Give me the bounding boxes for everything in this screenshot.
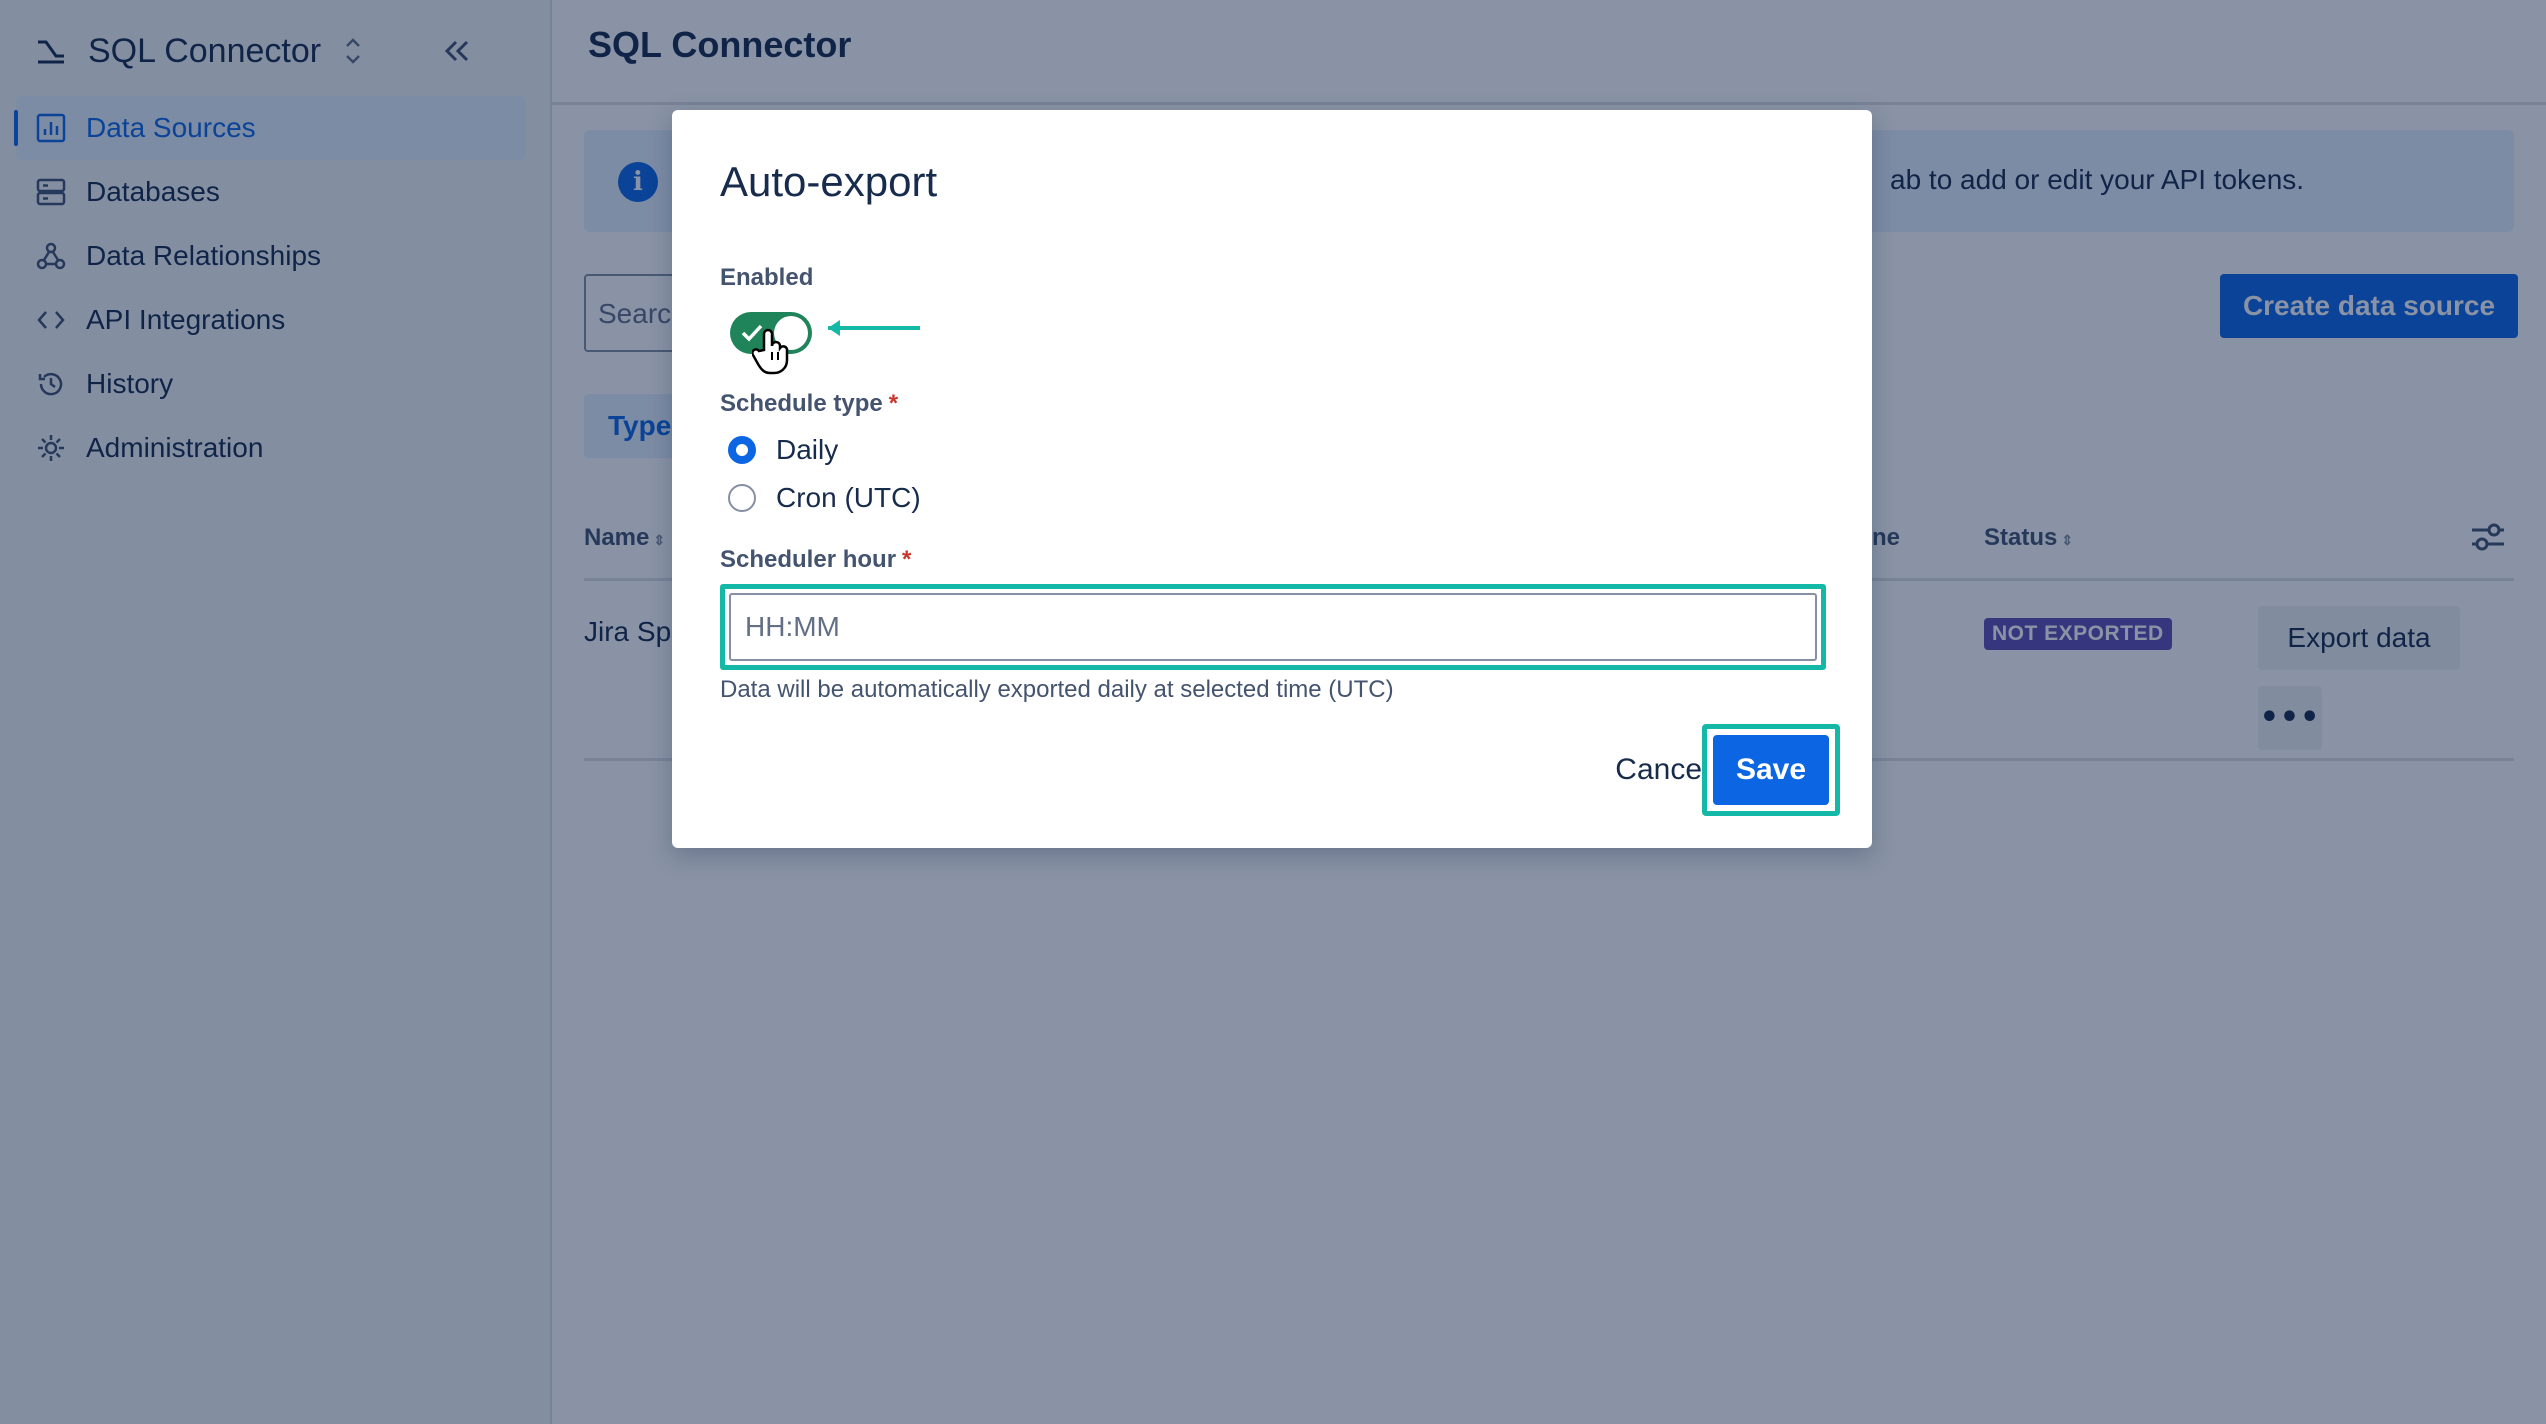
scheduler-hour-highlight bbox=[720, 584, 1826, 670]
auto-export-dialog: Auto-export Enabled Schedule type * Daily… bbox=[672, 110, 1872, 848]
enabled-label: Enabled bbox=[720, 264, 814, 291]
pointer-arrow-icon bbox=[828, 320, 920, 336]
scheduler-hour-label: Scheduler hour * bbox=[720, 546, 911, 574]
dialog-title: Auto-export bbox=[720, 158, 938, 205]
radio-daily-button[interactable] bbox=[728, 436, 756, 464]
radio-daily[interactable]: Daily bbox=[728, 430, 838, 470]
radio-cron-label: Cron (UTC) bbox=[776, 482, 921, 513]
required-mark: * bbox=[902, 546, 912, 573]
scheduler-hour-input[interactable] bbox=[729, 593, 1817, 661]
scheduler-hour-label-text: Scheduler hour bbox=[720, 546, 897, 573]
radio-cron[interactable]: Cron (UTC) bbox=[728, 478, 921, 518]
scheduler-hour-help-text: Data will be automatically exported dail… bbox=[720, 676, 1394, 703]
save-button-highlight: Save bbox=[1702, 724, 1840, 816]
required-mark: * bbox=[888, 390, 899, 417]
radio-cron-button[interactable] bbox=[728, 484, 756, 512]
schedule-type-label-text: Schedule type bbox=[720, 390, 883, 417]
radio-daily-label: Daily bbox=[776, 434, 839, 465]
save-button[interactable]: Save bbox=[1713, 735, 1829, 805]
pointer-hand-icon bbox=[752, 328, 789, 375]
schedule-type-label: Schedule type * bbox=[720, 390, 898, 418]
